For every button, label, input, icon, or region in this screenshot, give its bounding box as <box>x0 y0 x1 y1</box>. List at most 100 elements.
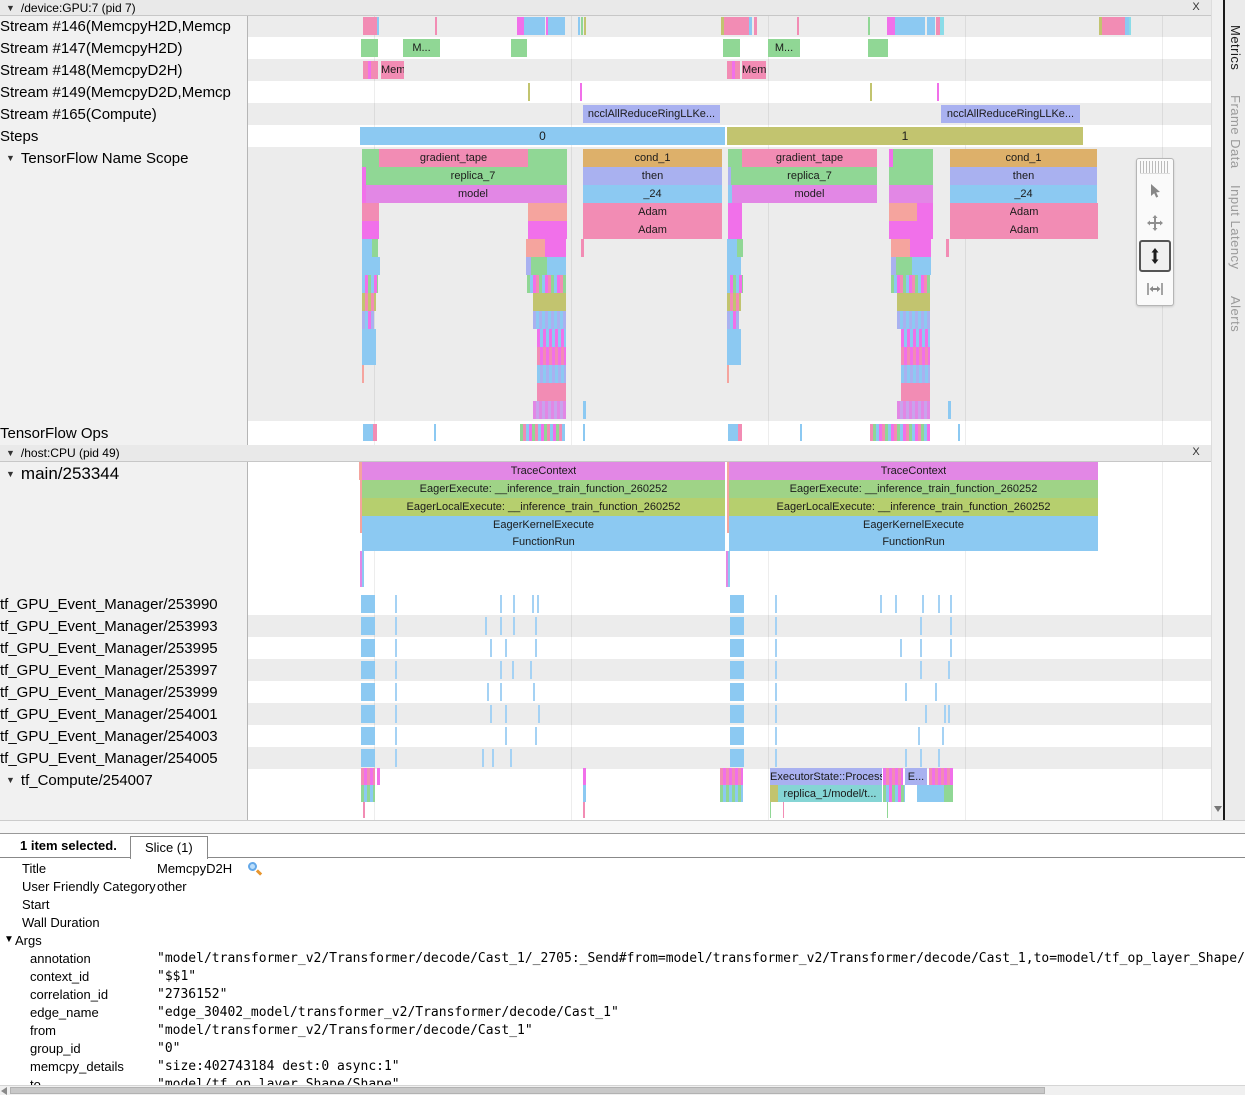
trace-event[interactable] <box>770 802 771 818</box>
trace-event-tick[interactable] <box>950 639 952 657</box>
trace-event[interactable]: FunctionRun <box>729 533 1098 551</box>
trace-event[interactable]: Adam <box>950 203 1098 221</box>
trace-event[interactable] <box>361 749 375 767</box>
trace-event-tick[interactable] <box>505 639 507 657</box>
trace-event-tick[interactable] <box>922 595 924 613</box>
trace-event[interactable] <box>910 239 931 257</box>
trace-event[interactable] <box>520 424 565 441</box>
trace-event[interactable] <box>545 239 566 257</box>
trace-event[interactable] <box>944 785 953 802</box>
trace-event[interactable] <box>361 617 375 635</box>
trace-event[interactable] <box>946 239 949 257</box>
trace-event[interactable]: gradient_tape <box>742 149 877 167</box>
trace-event[interactable] <box>362 551 364 587</box>
trace-event[interactable] <box>581 239 584 257</box>
trace-event-tick[interactable] <box>530 661 532 679</box>
trace-event[interactable]: then <box>583 167 722 185</box>
trace-event[interactable] <box>749 17 752 35</box>
trace-event-tick[interactable] <box>510 749 512 767</box>
trace-event[interactable] <box>524 17 545 35</box>
trace-event-tick[interactable] <box>512 661 514 679</box>
trace-event[interactable] <box>583 401 586 419</box>
trace-event[interactable] <box>897 293 930 311</box>
trace-event[interactable]: TraceContext <box>729 462 1098 480</box>
trace-event[interactable] <box>948 401 951 419</box>
trace-event[interactable] <box>583 802 585 818</box>
trace-event[interactable] <box>901 329 930 347</box>
trace-event-tick[interactable] <box>482 749 484 767</box>
trace-event[interactable]: Adam <box>950 221 1098 239</box>
trace-event[interactable] <box>583 785 586 802</box>
trace-event[interactable] <box>361 705 375 723</box>
trace-event-tick[interactable] <box>535 617 537 635</box>
trace-event[interactable] <box>912 257 931 275</box>
trace-event-tick[interactable] <box>395 617 397 635</box>
trace-event[interactable]: E... <box>905 768 927 785</box>
trace-event-tick[interactable] <box>775 705 777 723</box>
trace-hscroll-gutter[interactable] <box>0 820 1245 833</box>
trace-event[interactable]: M... <box>403 39 440 57</box>
trace-event[interactable] <box>897 311 930 329</box>
trace-event[interactable]: _24 <box>950 185 1097 203</box>
trace-event-tick[interactable] <box>505 705 507 723</box>
trace-event[interactable] <box>895 17 925 35</box>
trace-event[interactable] <box>528 149 567 167</box>
trace-event[interactable] <box>730 683 744 701</box>
trace-event[interactable] <box>362 239 372 257</box>
trace-event[interactable] <box>548 17 565 35</box>
trace-event[interactable]: model <box>379 185 567 203</box>
trace-event[interactable] <box>730 749 744 767</box>
trace-event[interactable]: replica_1/model/t... <box>778 785 882 802</box>
trace-event[interactable] <box>917 203 933 221</box>
track-label-main-253344[interactable]: ▼main/253344 <box>0 461 248 487</box>
trace-event[interactable]: EagerKernelExecute <box>362 516 725 533</box>
trace-event[interactable] <box>361 595 375 613</box>
trace-event[interactable] <box>727 347 741 365</box>
trace-event[interactable] <box>887 802 888 818</box>
trace-event[interactable] <box>728 149 742 167</box>
trace-event[interactable] <box>889 185 933 203</box>
trace-event[interactable] <box>897 401 930 419</box>
trace-event[interactable] <box>727 257 741 275</box>
trace-event[interactable] <box>1102 17 1125 35</box>
trace-event[interactable] <box>373 424 377 441</box>
palette-grip[interactable] <box>1140 161 1170 174</box>
trace-event-tick[interactable] <box>775 727 777 745</box>
trace-event[interactable] <box>901 347 930 365</box>
trace-event[interactable] <box>362 347 376 365</box>
trace-event[interactable] <box>727 365 729 383</box>
trace-event-tick[interactable] <box>490 639 492 657</box>
vertical-scrollbar[interactable] <box>1211 0 1223 820</box>
trace-event[interactable] <box>727 239 737 257</box>
trace-event-tick[interactable] <box>395 661 397 679</box>
close-icon[interactable]: X <box>1189 446 1203 459</box>
args-header-row[interactable]: ▼ Args <box>0 931 1245 949</box>
trace-event[interactable] <box>362 311 374 329</box>
trace-event[interactable] <box>731 167 742 185</box>
trace-event[interactable] <box>528 83 530 101</box>
trace-event[interactable] <box>724 17 749 35</box>
trace-event[interactable] <box>537 347 566 365</box>
trace-event-tick[interactable] <box>500 683 502 701</box>
trace-event[interactable]: replica_7 <box>379 167 567 185</box>
trace-event-tick[interactable] <box>925 705 927 723</box>
trace-event[interactable] <box>727 275 743 293</box>
trace-event-tick[interactable] <box>775 617 777 635</box>
trace-event[interactable] <box>868 17 870 35</box>
trace-event[interactable] <box>893 149 933 167</box>
trace-event[interactable] <box>940 17 944 35</box>
trace-event[interactable] <box>537 383 566 401</box>
trace-event[interactable] <box>362 257 380 275</box>
trace-event[interactable] <box>730 727 744 745</box>
trace-event[interactable]: M... <box>768 39 800 57</box>
trace-event-tick[interactable] <box>500 617 502 635</box>
trace-event[interactable]: Mem <box>381 61 404 79</box>
trace-event[interactable]: gradient_tape <box>379 149 528 167</box>
trace-event[interactable] <box>362 329 376 347</box>
trace-event[interactable] <box>891 275 930 293</box>
trace-event-tick[interactable] <box>950 617 952 635</box>
trace-event[interactable] <box>1129 17 1131 35</box>
trace-event[interactable] <box>730 661 744 679</box>
trace-event[interactable] <box>434 424 436 441</box>
trace-event[interactable]: ncclAllReduceRingLLKe... <box>941 105 1080 123</box>
